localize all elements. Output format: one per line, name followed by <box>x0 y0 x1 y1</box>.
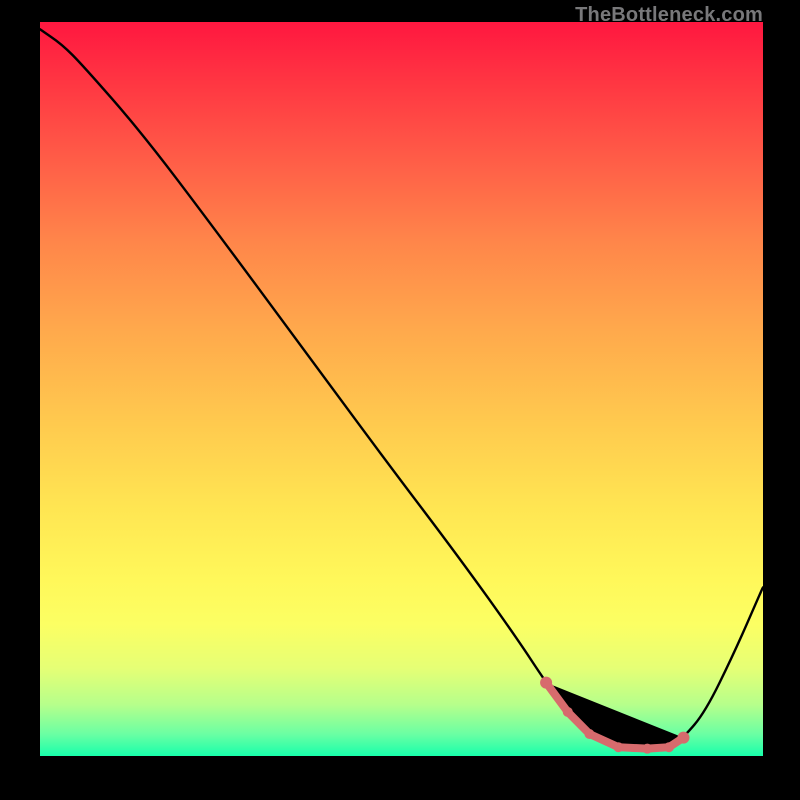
highlight-dot <box>584 729 594 739</box>
chart-area <box>40 22 763 756</box>
highlight-dot <box>563 707 573 717</box>
highlight-dot <box>540 677 552 689</box>
highlight-dots <box>540 677 689 754</box>
chart-svg <box>40 22 763 756</box>
curve-line <box>40 29 763 748</box>
highlight-dot <box>664 742 674 752</box>
watermark-text: TheBottleneck.com <box>575 4 763 27</box>
highlight-dot <box>642 744 652 754</box>
highlight-dot <box>677 732 689 744</box>
highlight-dot <box>613 742 623 752</box>
